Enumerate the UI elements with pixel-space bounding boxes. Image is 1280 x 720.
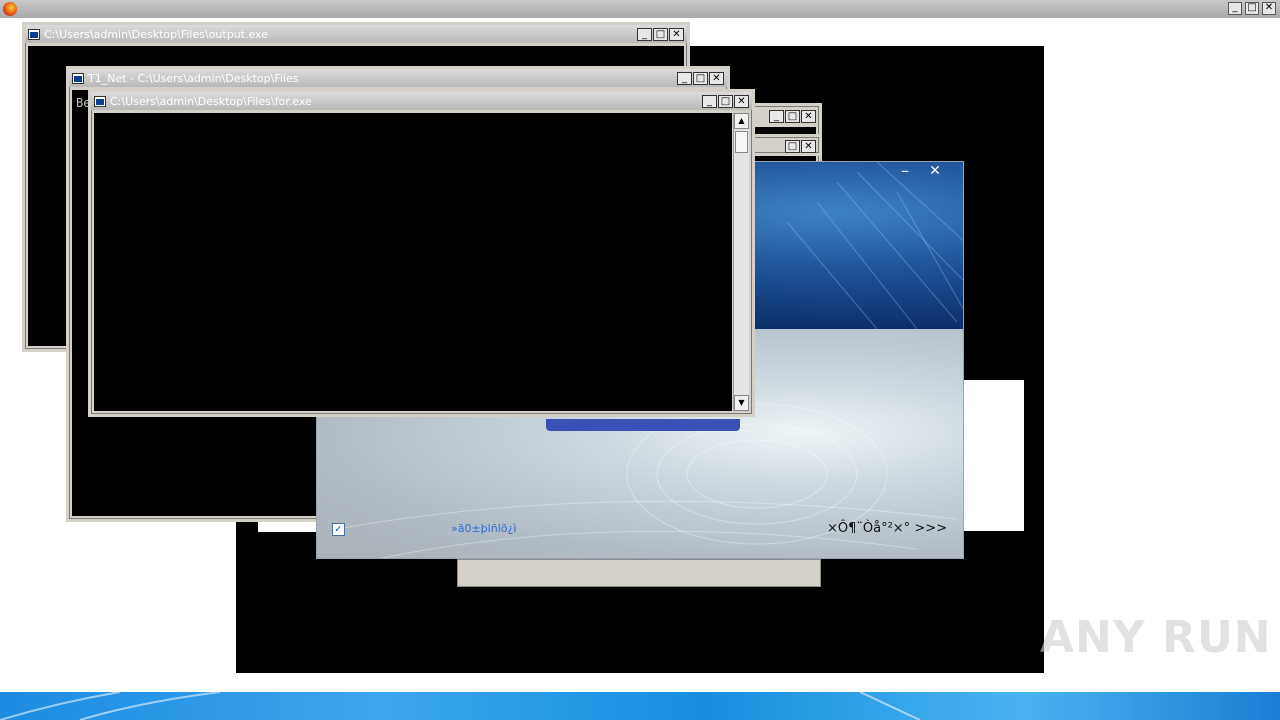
- scroll-thumb[interactable]: [735, 131, 748, 153]
- installer-minimize-button[interactable]: –: [895, 162, 915, 180]
- host-title-bar: [0, 0, 1280, 18]
- for-exe-titlebar[interactable]: C:\Users\admin\Desktop\Files\for.exe: [91, 92, 752, 110]
- maximize-button[interactable]: □: [653, 28, 668, 41]
- firefox-icon[interactable]: [3, 2, 17, 16]
- close-button[interactable]: ✕: [734, 95, 749, 108]
- scroll-down-arrow-icon[interactable]: ▼: [734, 395, 749, 411]
- close-button[interactable]: ✕: [801, 140, 816, 153]
- host-minimize-button[interactable]: _: [1228, 2, 1242, 15]
- for-exe-window[interactable]: C:\Users\admin\Desktop\Files\for.exe _ □…: [88, 89, 755, 417]
- window-title: C:\Users\admin\Desktop\Files\output.exe: [44, 27, 268, 41]
- close-button[interactable]: ✕: [709, 72, 724, 85]
- host-maximize-button[interactable]: □: [1245, 2, 1259, 15]
- output-exe-titlebar[interactable]: C:\Users\admin\Desktop\Files\output.exe: [25, 25, 687, 43]
- minimize-button[interactable]: _: [637, 28, 652, 41]
- installer-close-button[interactable]: ✕: [925, 162, 945, 180]
- taskbar-streaks: [0, 692, 921, 720]
- close-button[interactable]: ✕: [801, 110, 816, 123]
- anyrun-watermark: ANY RUN: [1040, 612, 1272, 663]
- maximize-button[interactable]: □: [693, 72, 708, 85]
- app-icon: [72, 72, 84, 84]
- minimize-button[interactable]: _: [769, 110, 784, 123]
- vertical-scrollbar[interactable]: ▲ ▼: [733, 113, 749, 411]
- window-title: C:\Users\admin\Desktop\Files\for.exe: [110, 94, 312, 108]
- console-icon: [94, 95, 106, 107]
- agree-checkbox[interactable]: ✓: [332, 523, 345, 536]
- white-panel: [960, 380, 1024, 531]
- maximize-button[interactable]: □: [785, 140, 800, 153]
- host-close-button[interactable]: ✕: [1262, 2, 1276, 15]
- minimize-button[interactable]: _: [702, 95, 717, 108]
- t1net-titlebar[interactable]: T1_Net - C:\Users\admin\Desktop\Files: [69, 69, 727, 87]
- checkbox-label-link[interactable]: »ã0±þlñlõ¿ì: [451, 522, 516, 535]
- maximize-button[interactable]: □: [785, 110, 800, 123]
- window-title: T1_Net - C:\Users\admin\Desktop\Files: [88, 71, 299, 85]
- background-window-bottom: [457, 559, 821, 587]
- progress-accent-bar: [546, 419, 740, 431]
- close-button[interactable]: ✕: [669, 28, 684, 41]
- console-output: [94, 113, 732, 411]
- minimize-button[interactable]: _: [677, 72, 692, 85]
- custom-install-link[interactable]: ×Ô¶¨Òå°²×° >>>: [827, 521, 947, 536]
- scroll-up-arrow-icon[interactable]: ▲: [734, 113, 749, 129]
- console-icon: [28, 28, 40, 40]
- taskbar: [0, 692, 1280, 720]
- maximize-button[interactable]: □: [718, 95, 733, 108]
